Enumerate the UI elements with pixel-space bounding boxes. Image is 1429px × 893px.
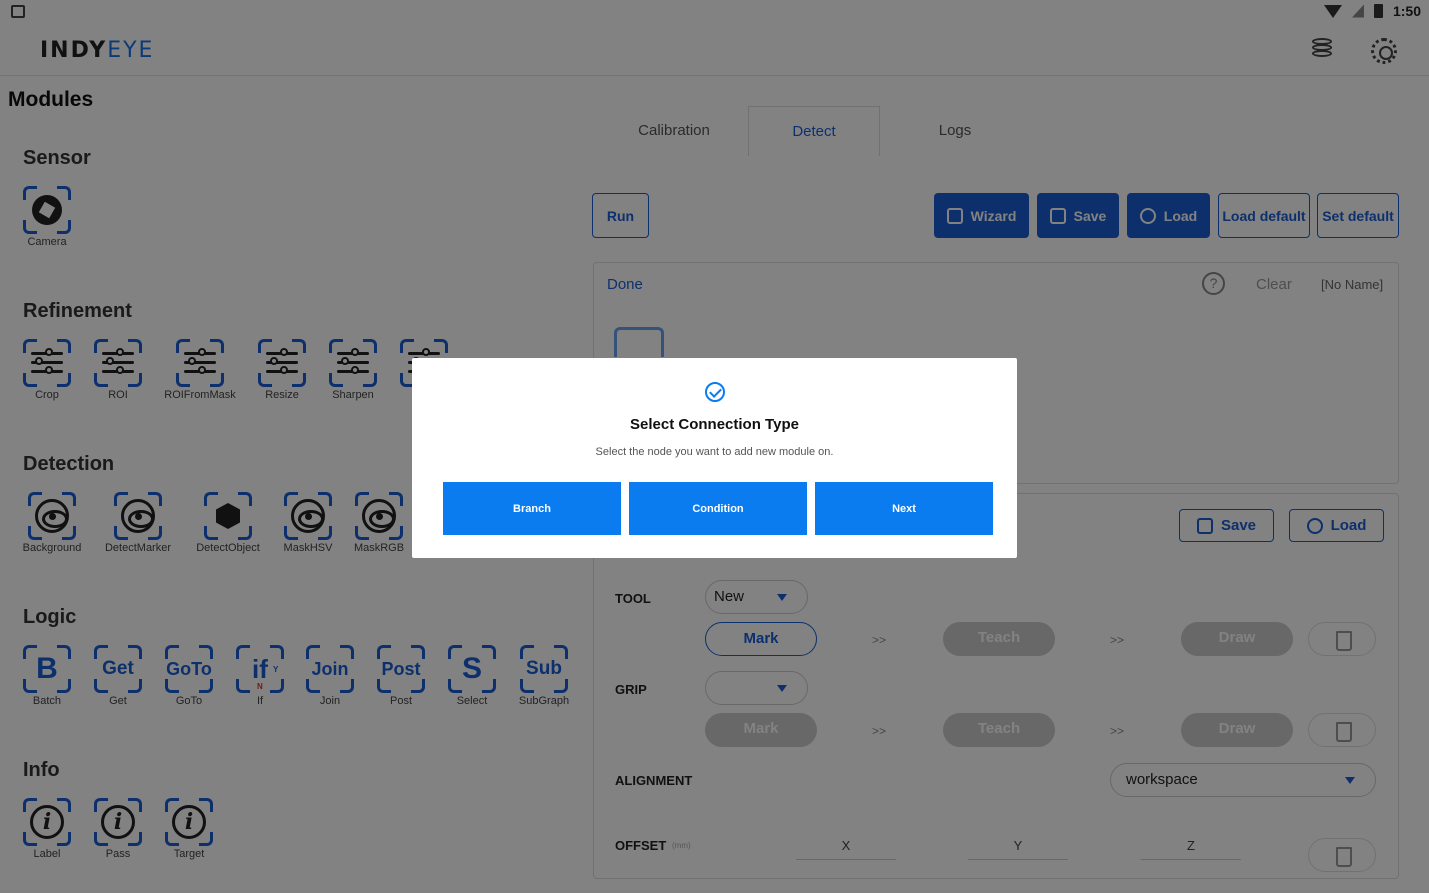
next-button[interactable]: Next: [815, 482, 993, 535]
dialog-subtitle: Select the node you want to add new modu…: [595, 446, 834, 458]
check-circle-icon: [705, 382, 725, 402]
condition-button[interactable]: Condition: [629, 482, 807, 535]
connection-type-dialog: Select Connection Type Select the node y…: [412, 358, 1017, 558]
branch-button[interactable]: Branch: [443, 482, 621, 535]
dialog-title: Select Connection Type: [630, 416, 799, 433]
